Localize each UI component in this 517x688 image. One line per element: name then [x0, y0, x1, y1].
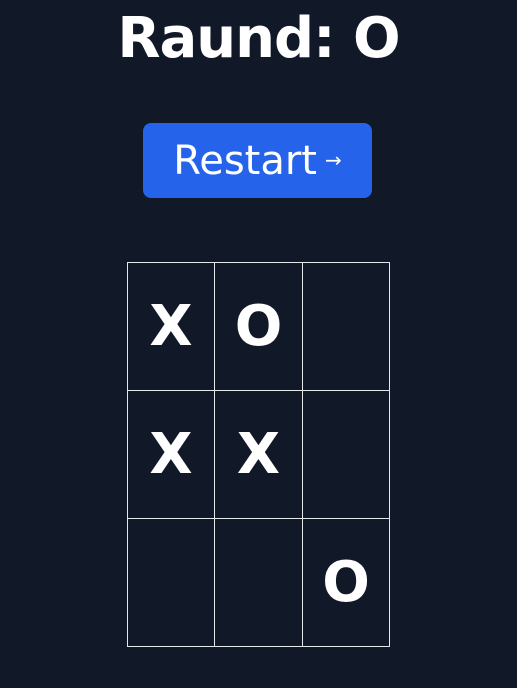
board-cell-9[interactable]: O [302, 518, 390, 647]
board-cell-5[interactable]: X [214, 390, 303, 519]
board-cell-2[interactable]: O [214, 262, 303, 391]
round-title: Raund: O [117, 6, 400, 71]
board-cell-1[interactable]: X [127, 262, 215, 391]
arrow-right-icon: → [325, 147, 342, 172]
board-cell-6[interactable] [302, 390, 390, 519]
board-cell-3[interactable] [302, 262, 390, 391]
board-cell-4[interactable]: X [127, 390, 215, 519]
restart-button[interactable]: Restart → [143, 123, 372, 198]
restart-label: Restart [173, 137, 317, 184]
board-cell-8[interactable] [214, 518, 303, 647]
board-cell-7[interactable] [127, 518, 215, 647]
game-board: X O X X O [127, 262, 390, 647]
